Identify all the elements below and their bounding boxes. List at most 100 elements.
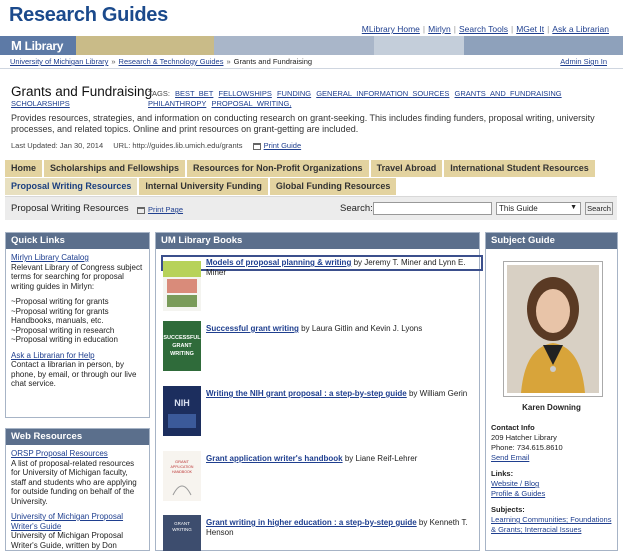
tab-travel-abroad[interactable]: Travel Abroad (370, 160, 443, 177)
svg-text:SUCCESSFUL: SUCCESSFUL (163, 335, 201, 341)
mlibrary-logo[interactable]: M Library (11, 38, 63, 53)
tab-non-profit-resources[interactable]: Resources for Non-Profit Organizations (187, 160, 369, 177)
tag-proposal-writing[interactable]: PROPOSAL_WRITING, (211, 99, 291, 108)
chevron-down-icon: ▼ (570, 204, 577, 211)
tab-row-2: Proposal Writing Resources Internal Univ… (5, 178, 617, 195)
breadcrumb-research-tech-guides[interactable]: Research & Technology Guides (119, 57, 224, 66)
printer-icon (252, 142, 261, 150)
svg-text:WRITING: WRITING (172, 527, 192, 532)
tab-global-funding[interactable]: Global Funding Resources (269, 178, 397, 195)
orsp-description: A list of proposal-related resources for… (11, 458, 137, 506)
svg-text:GRANT: GRANT (175, 459, 190, 464)
book-title-link[interactable]: Writing the NIH grant proposal : a step-… (206, 389, 407, 398)
search-input[interactable] (373, 202, 492, 215)
printer-icon (137, 206, 145, 214)
web-resources-heading: Web Resources (6, 429, 149, 445)
subject-term: ~Proposal writing for grants (11, 297, 109, 306)
search-scope-select[interactable]: This Guide ▼ (496, 202, 581, 215)
guide-meta: Last Updated: Jan 30, 2014 URL: http://g… (11, 141, 301, 150)
book-cover-image[interactable] (163, 261, 201, 311)
book-item: GRANT APPLICATION HANDBOOK Grant applica… (161, 451, 476, 511)
book-title-link[interactable]: Grant writing in higher education : a st… (206, 518, 417, 527)
svg-text:GRANT: GRANT (172, 343, 192, 349)
top-link-mget-it[interactable]: MGet It (516, 24, 544, 34)
site-header: Research Guides MLibrary Home | Mirlyn | Sea… (0, 0, 623, 36)
book-item: NIH Writing the NIH grant proposal : a s… (161, 386, 476, 446)
breadcrumb-current: Grants and Fundraising (233, 57, 313, 66)
search-label: Search: (340, 203, 373, 214)
tab-home[interactable]: Home (5, 160, 43, 177)
web-resources-panel: Web Resources ORSP Proposal Resources A … (5, 428, 150, 551)
book-title-link[interactable]: Successful grant writing (206, 324, 299, 333)
top-link-mlibrary-home[interactable]: MLibrary Home (362, 24, 420, 34)
top-link-ask-librarian[interactable]: Ask a Librarian (552, 24, 609, 34)
book-item: Models of proposal planning & writing by… (161, 255, 483, 317)
um-proposal-guide-description: University of Michigan Proposal Writer's… (11, 531, 124, 550)
site-title[interactable]: Research Guides (9, 4, 168, 27)
top-link-search-tools[interactable]: Search Tools (459, 24, 508, 34)
svg-text:HANDBOOK: HANDBOOK (172, 470, 193, 474)
admin-sign-in-link[interactable]: Admin Sign In (560, 57, 607, 66)
mirlyn-catalog-link[interactable]: Mirlyn Library Catalog (11, 253, 144, 263)
tab-international-student-resources[interactable]: International Student Resources (444, 160, 595, 177)
librarian-address: 209 Hatcher Library (491, 433, 557, 442)
page-title: Grants and Fundraising (11, 84, 153, 99)
book-item: SUCCESSFUL GRANT WRITING Successful gran… (161, 321, 476, 381)
breadcrumb: University of Michigan Library» Research … (0, 55, 623, 69)
tag-scholarships[interactable]: SCHOLARSHIPS (11, 99, 70, 108)
print-guide-link[interactable]: Print Guide (264, 141, 302, 150)
subjects-links[interactable]: Learning Communities; Foundations & Gran… (491, 515, 616, 535)
book-title-link[interactable]: Models of proposal planning & writing (206, 258, 351, 267)
current-page-name: Proposal Writing Resources (11, 203, 129, 214)
book-cover-image[interactable]: GRANT WRITING (163, 515, 201, 551)
page-toolbar: Proposal Writing Resources Print Page Se… (5, 196, 617, 220)
svg-text:WRITING: WRITING (170, 351, 194, 357)
website-blog-link[interactable]: Website / Blog (491, 479, 616, 489)
tab-scholarships-fellowships[interactable]: Scholarships and Fellowships (44, 160, 186, 177)
tab-internal-university-funding[interactable]: Internal University Funding (139, 178, 268, 195)
librarian-name: Karen Downing (522, 403, 581, 412)
ask-librarian-link[interactable]: Ask a Librarian for Help (11, 351, 144, 361)
guide-description: Provides resources, strategies, and info… (11, 113, 595, 134)
book-title-link[interactable]: Grant application writer's handbook (206, 454, 343, 463)
um-proposal-guide-link[interactable]: University of Michigan Proposal Writer's… (11, 512, 144, 531)
breadcrumb-university-library[interactable]: University of Michigan Library (10, 57, 108, 66)
tab-row-1: Home Scholarships and Fellowships Resour… (5, 160, 617, 177)
tag-funding[interactable]: FUNDING (277, 89, 311, 98)
mirlyn-description: Relevant Library of Congress subject ter… (11, 262, 143, 291)
profile-guides-link[interactable]: Profile & Guides (491, 489, 616, 499)
send-email-link[interactable]: Send Email (491, 453, 616, 463)
book-cover-image[interactable]: NIH (163, 386, 201, 436)
tag-general-information-sources[interactable]: GENERAL_INFORMATION_SOURCES (316, 89, 449, 98)
book-item: GRANT WRITING Grant writing in higher ed… (161, 515, 476, 551)
top-nav: MLibrary Home | Mirlyn | Search Tools | MGet I… (361, 24, 609, 34)
last-updated: Last Updated: Jan 30, 2014 (11, 141, 104, 150)
top-link-mirlyn[interactable]: Mirlyn (428, 24, 451, 34)
librarian-photo (503, 261, 603, 397)
librarian-contact: Contact Info 209 Hatcher Library Phone: … (491, 423, 616, 535)
tab-proposal-writing[interactable]: Proposal Writing Resources (5, 178, 138, 195)
library-books-heading: UM Library Books (156, 233, 479, 249)
tag-grants-and-fundraising[interactable]: GRANTS_AND_FUNDRAISING (455, 89, 562, 98)
subject-term: ~Proposal writing for grants Handbooks, … (11, 306, 109, 326)
tag-list: TAGS: BEST_BET FELLOWSHIPS FUNDING GENER… (148, 89, 562, 108)
tag-philanthropy[interactable]: PHILANTHROPY (148, 99, 206, 108)
search-button[interactable]: Search (585, 202, 613, 215)
quick-links-panel: Quick Links Mirlyn Library Catalog Relev… (5, 232, 150, 418)
subject-term: ~Proposal writing in education (11, 335, 118, 344)
tag-best-bet[interactable]: BEST_BET (175, 89, 213, 98)
svg-text:GRANT: GRANT (174, 521, 190, 526)
svg-text:NIH: NIH (174, 398, 190, 408)
subject-guide-heading: Subject Guide (486, 233, 617, 249)
librarian-phone: Phone: 734.615.8610 (491, 443, 563, 452)
guide-url: URL: http://guides.lib.umich.edu/grants (113, 141, 243, 150)
book-cover-image[interactable]: SUCCESSFUL GRANT WRITING (163, 321, 201, 371)
library-books-panel: UM Library Books Models of proposal plan… (155, 232, 483, 551)
mlibrary-banner (0, 36, 623, 55)
print-page[interactable]: Print Page (137, 205, 183, 214)
orsp-proposal-link[interactable]: ORSP Proposal Resources (11, 449, 144, 459)
tag-fellowships[interactable]: FELLOWSHIPS (219, 89, 272, 98)
book-cover-image[interactable]: GRANT APPLICATION HANDBOOK (163, 451, 201, 501)
subject-guide-panel: Subject Guide Karen Downing Contact Info… (485, 232, 618, 551)
quick-links-heading: Quick Links (6, 233, 149, 249)
